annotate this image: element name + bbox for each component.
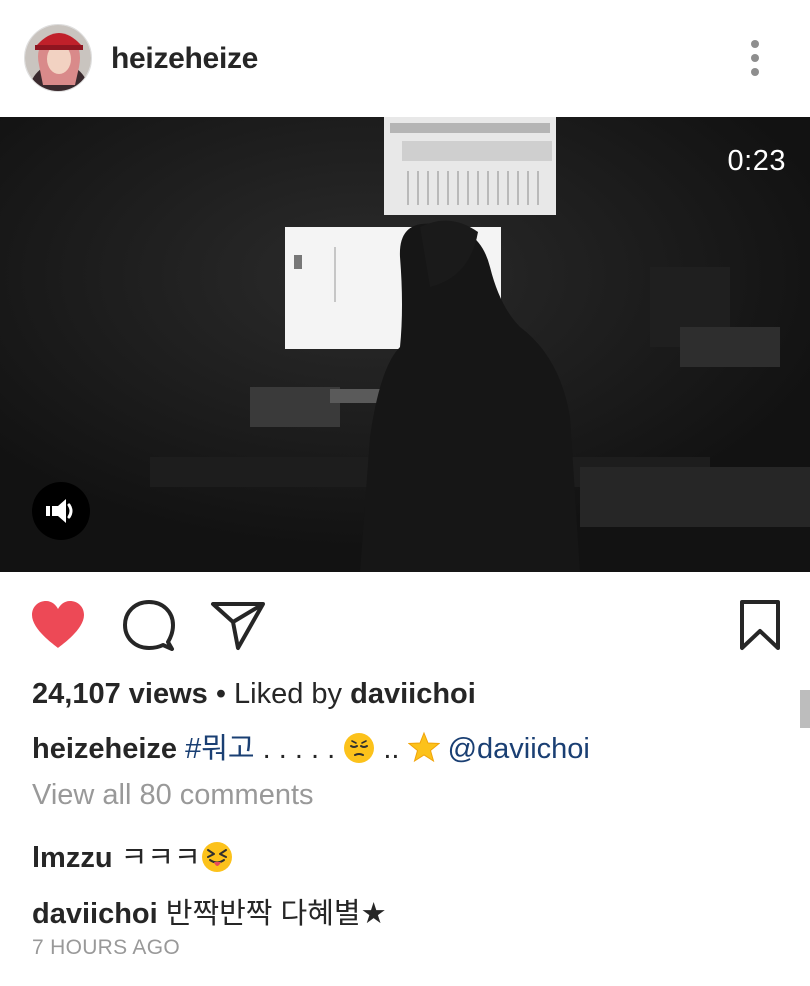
liked-by-user[interactable]: daviichoi: [350, 678, 476, 710]
action-bar: [0, 572, 810, 672]
comment: daviichoi 반짝반짝 다혜별★: [32, 890, 387, 932]
bookmark-icon[interactable]: [736, 598, 784, 652]
scrollbar-thumb[interactable]: [800, 690, 810, 728]
star-emoji: [407, 731, 440, 763]
post-timestamp: 7 HOURS AGO: [32, 936, 181, 959]
speaker-icon: [46, 499, 73, 523]
caption-dots-2: ..: [375, 733, 408, 765]
caption-author[interactable]: heizeheize: [32, 733, 177, 765]
caption-dots: . . . . .: [254, 733, 344, 765]
comment-icon[interactable]: [120, 598, 178, 652]
views-liked-line: 24,107 views • Liked by daviichoi: [32, 678, 476, 711]
comment-text: ㅋㅋㅋ: [120, 842, 201, 874]
more-vertical-icon[interactable]: [742, 38, 768, 80]
liked-by-separator: • Liked by: [207, 678, 351, 710]
comment-author[interactable]: lmzzu: [32, 842, 113, 874]
comment-author[interactable]: daviichoi: [32, 898, 158, 930]
pensive-face-emoji: [344, 733, 375, 763]
comment: lmzzu ㅋㅋㅋ: [32, 834, 233, 876]
caption-hashtag[interactable]: #뭐고: [185, 733, 255, 765]
squinting-tongue-emoji: [201, 842, 232, 872]
send-icon[interactable]: [208, 598, 268, 652]
instagram-post: heizeheize 0:23 24,107 views • Liked by …: [0, 0, 810, 986]
avatar[interactable]: [24, 24, 92, 92]
caption: heizeheize #뭐고 . . . . . .. @daviichoi: [32, 725, 590, 767]
caption-mention[interactable]: @daviichoi: [448, 733, 590, 765]
video-player[interactable]: 0:23: [0, 117, 810, 572]
comment-text: 반짝반짝 다혜별★: [165, 898, 387, 930]
header-username[interactable]: heizeheize: [111, 42, 258, 76]
post-header: heizeheize: [0, 0, 810, 117]
view-all-comments-link[interactable]: View all 80 comments: [32, 779, 314, 812]
heart-icon[interactable]: [28, 598, 88, 652]
sound-toggle-button[interactable]: [32, 482, 90, 540]
video-frame: [0, 117, 810, 572]
views-count[interactable]: 24,107 views: [32, 678, 208, 710]
video-duration: 0:23: [727, 145, 786, 177]
